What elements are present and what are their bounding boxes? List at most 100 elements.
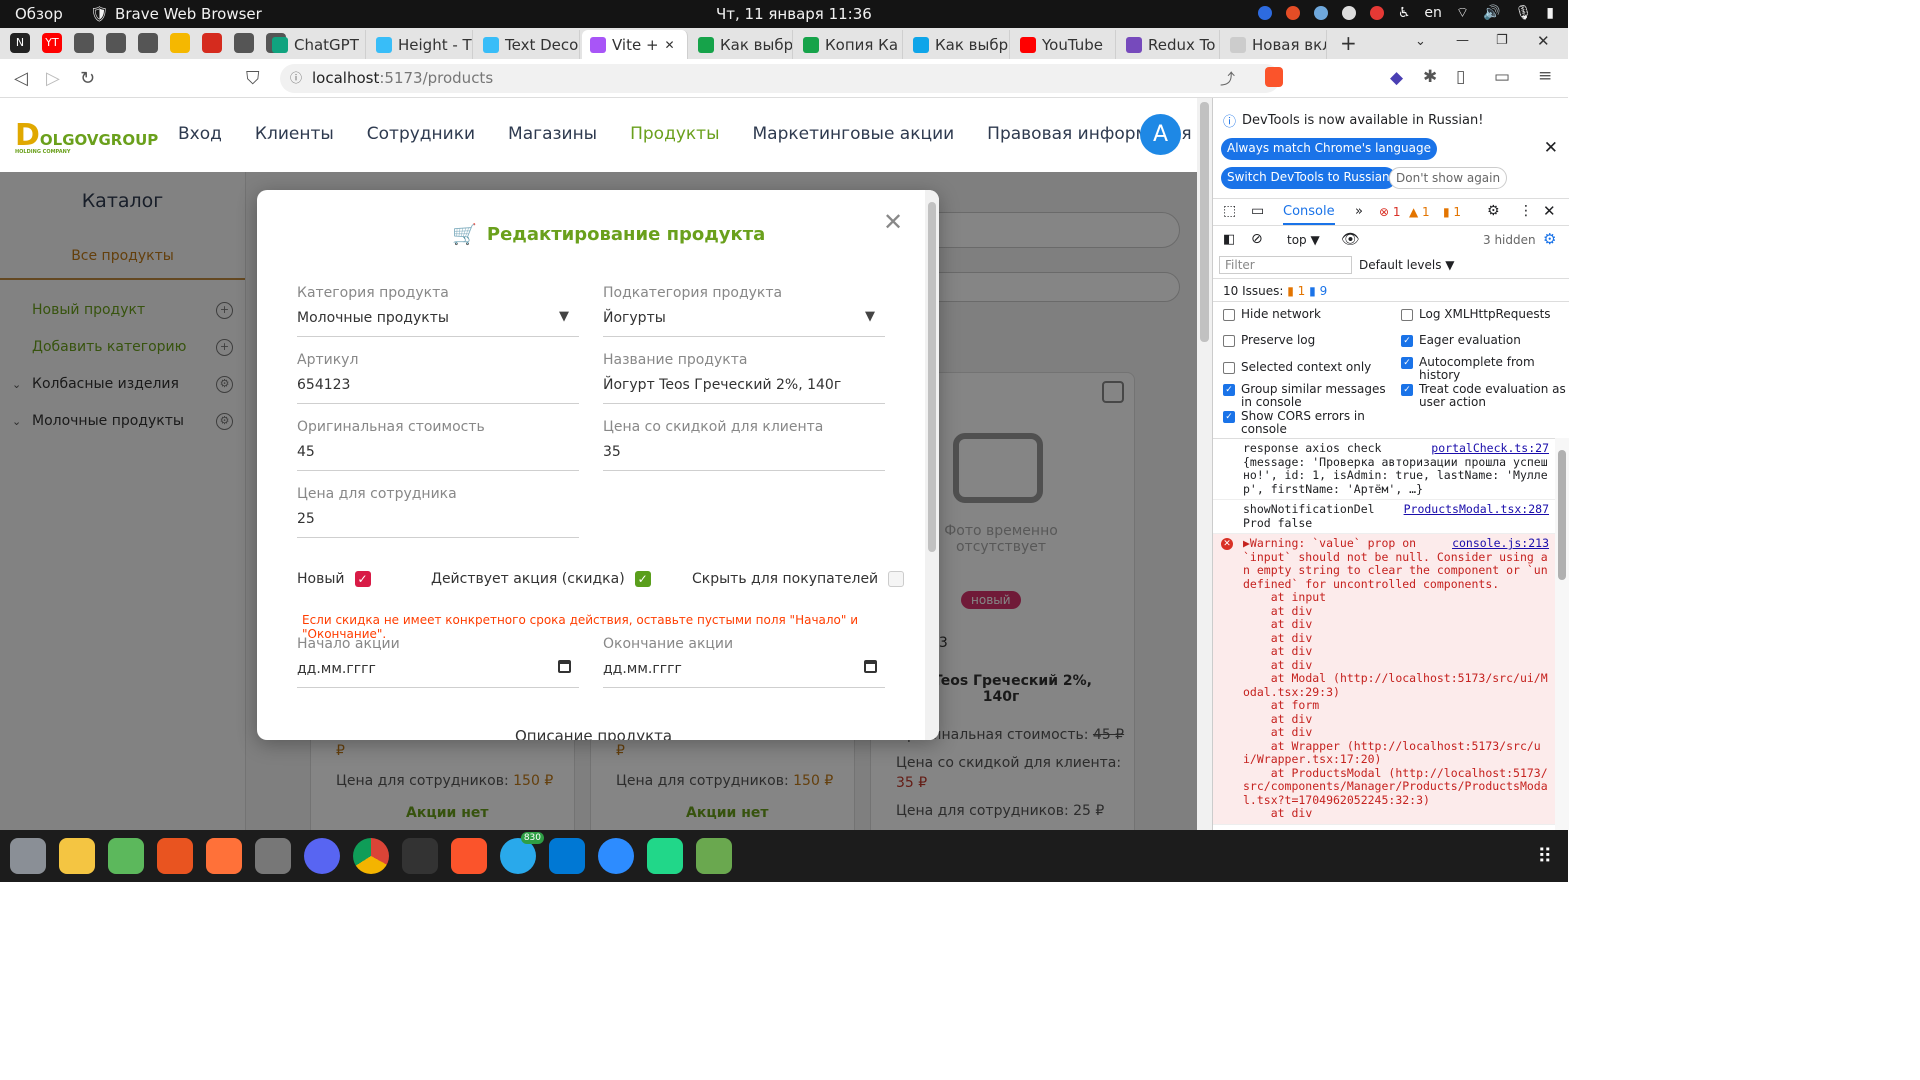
filter-input[interactable]: Filter (1219, 256, 1352, 274)
files-icon[interactable] (10, 838, 46, 874)
share-icon[interactable]: ⤴ (1220, 68, 1235, 89)
promo-end-date[interactable]: Окончание акции дд.мм.гггг (603, 636, 885, 688)
zoom-tray-icon[interactable] (1257, 6, 1272, 20)
close-banner-icon[interactable]: ✕ (1544, 138, 1558, 158)
console-option[interactable]: ✓ Eager evaluation (1401, 334, 1571, 347)
subcategory-select[interactable]: Подкатегория продукта Йогурты ▼ (603, 285, 885, 337)
console-option[interactable]: ✓ Show CORS errors in console (1223, 410, 1393, 436)
url-field[interactable]: ⓘ localhost:5173/products ⤴ (280, 64, 1280, 93)
source-link[interactable]: console.js:213 (1452, 536, 1549, 551)
issue-count[interactable]: ▮ 1 (1443, 205, 1461, 219)
activities-button[interactable]: Обзор (15, 5, 63, 23)
tab[interactable]: Height - T (368, 30, 473, 59)
empty-checkbox-icon[interactable] (888, 571, 905, 587)
tab[interactable]: Vite + ✕ (582, 30, 688, 59)
new-checkbox[interactable]: Новый ✓ (297, 571, 371, 587)
pinned-tab-tab-favicon[interactable] (106, 33, 126, 53)
restore-icon[interactable]: ❐ (1496, 33, 1508, 48)
cloud-icon[interactable] (108, 838, 144, 874)
new-tab-button[interactable]: + (1340, 31, 1357, 55)
checkbox-icon[interactable] (1223, 362, 1235, 374)
pinned-tab-youtube-icon[interactable]: YT (42, 33, 62, 53)
nav-link[interactable]: Клиенты (255, 124, 334, 144)
clock[interactable]: Чт, 11 января 11:36 (716, 5, 872, 23)
checkbox-icon[interactable] (1401, 309, 1413, 321)
promo-start-date[interactable]: Начало акции дд.мм.гггг (297, 636, 579, 688)
checkbox-icon[interactable]: ✓ (1401, 357, 1413, 369)
brave-shields-icon[interactable] (1265, 67, 1283, 87)
kebab-menu-icon[interactable]: ⋮ (1519, 203, 1533, 219)
pinned-tab-flag-icon[interactable] (202, 33, 222, 53)
tab[interactable]: YouTube (1012, 30, 1116, 59)
tab[interactable]: Новая вклад (1222, 30, 1327, 59)
console-log[interactable]: showNotificationDel Prod false ProductsMo… (1213, 500, 1555, 534)
weather-tray-icon[interactable] (1313, 6, 1328, 20)
tab-search-icon[interactable]: ⌄ (1415, 34, 1426, 49)
console-error[interactable]: ✕ ▶Warning: `value` prop on `input` shoul… (1213, 534, 1555, 825)
console-option[interactable]: Log XMLHttpRequests (1401, 308, 1571, 321)
warning-count[interactable]: ▲ 1 (1409, 205, 1430, 219)
promo-checkbox[interactable]: Действует акция (скидка) ✓ (431, 571, 651, 587)
forward-icon[interactable]: ▷ (46, 68, 60, 89)
error-count[interactable]: ⊗ 1 (1379, 205, 1401, 219)
client-price-input[interactable]: Цена со скидкой для клиента 35 (603, 419, 885, 471)
pinned-tab-tab-favicon[interactable] (74, 33, 94, 53)
checkmark-icon[interactable]: ✓ (354, 571, 371, 587)
close-tab-icon[interactable]: ✕ (665, 38, 675, 52)
close-window-icon[interactable]: ✕ (1537, 32, 1550, 50)
nav-link[interactable]: Магазины (508, 124, 597, 144)
sidebar-toggle-icon[interactable]: ▯ (1456, 67, 1465, 87)
clear-console-icon[interactable]: ⊘ (1251, 231, 1263, 247)
close-devtools-icon[interactable]: ✕ (1543, 202, 1556, 220)
switch-language-button[interactable]: Switch DevTools to Russian (1221, 167, 1396, 189)
console-option[interactable]: Hide network (1223, 308, 1393, 321)
tab-console[interactable]: Console (1283, 204, 1335, 225)
terminal-icon[interactable] (402, 838, 438, 874)
nav-link[interactable]: Сотрудники (367, 124, 475, 144)
tab[interactable]: ChatGPT (264, 30, 366, 59)
nav-link[interactable]: Продукты (630, 124, 719, 144)
app-center-icon[interactable] (157, 838, 193, 874)
checkbox-icon[interactable]: ✓ (1401, 335, 1413, 347)
console-option[interactable]: ✓ Treat code evaluation as user action (1401, 383, 1571, 409)
firefox-icon[interactable] (206, 838, 242, 874)
tab[interactable]: Как выбр (905, 30, 1010, 59)
console-option[interactable]: ✓ Group similar messages in console (1223, 383, 1393, 409)
hide-checkbox[interactable]: Скрыть для покупателей (692, 571, 905, 587)
pycharm-icon[interactable] (647, 838, 683, 874)
console-log[interactable]: response axios check {message: 'Проверка… (1213, 439, 1555, 500)
battery-icon[interactable]: ▮ (1546, 5, 1554, 21)
active-app-indicator[interactable]: 🛡 Brave Web Browser (90, 5, 262, 23)
checkmark-icon[interactable]: ✓ (634, 571, 651, 587)
device-toolbar-icon[interactable]: ▭ (1251, 203, 1264, 219)
avatar[interactable]: A (1140, 114, 1181, 155)
keyboard-layout[interactable]: en (1424, 5, 1442, 21)
levels-dropdown[interactable]: Default levels ▼ (1359, 258, 1455, 272)
pycharm-tray-icon[interactable] (1341, 6, 1356, 20)
gimp-icon[interactable] (255, 838, 291, 874)
issues-bar[interactable]: 10 Issues: ▮ 1 ▮ 9 (1213, 278, 1569, 302)
pinned-tab-tab-favicon[interactable] (234, 33, 254, 53)
back-icon[interactable]: ◁ (14, 68, 28, 89)
source-link[interactable]: ProductsModal.tsx:287 (1403, 502, 1549, 517)
telegram-icon[interactable]: 830 (500, 832, 544, 874)
console-scrollbar[interactable] (1555, 438, 1569, 830)
modal-scrollbar[interactable] (925, 190, 939, 740)
wallet-panel-icon[interactable]: ▭ (1494, 67, 1510, 87)
brave-tray-icon[interactable] (1285, 6, 1300, 20)
nav-link[interactable]: Вход (178, 124, 222, 144)
checkbox-icon[interactable] (1223, 335, 1235, 347)
site-info-icon[interactable]: ⓘ (290, 69, 302, 86)
product-name-input[interactable]: Название продукта Йогурт Teos Греческий … (603, 352, 885, 404)
zoom-icon[interactable] (598, 838, 634, 874)
trash-icon[interactable] (696, 838, 732, 874)
tab[interactable]: Redux To (1118, 30, 1220, 59)
inspect-icon[interactable]: ⬚ (1223, 203, 1236, 219)
console-option[interactable]: Preserve log (1223, 334, 1393, 347)
context-selector[interactable]: top ▼ (1287, 233, 1320, 247)
bookmark-icon[interactable]: ⛉ (246, 68, 260, 89)
page-scrollbar[interactable] (1197, 98, 1212, 830)
close-icon[interactable]: ✕ (883, 208, 903, 236)
accessibility-icon[interactable]: ♿ (1398, 5, 1411, 21)
minimize-icon[interactable]: — (1456, 33, 1469, 48)
